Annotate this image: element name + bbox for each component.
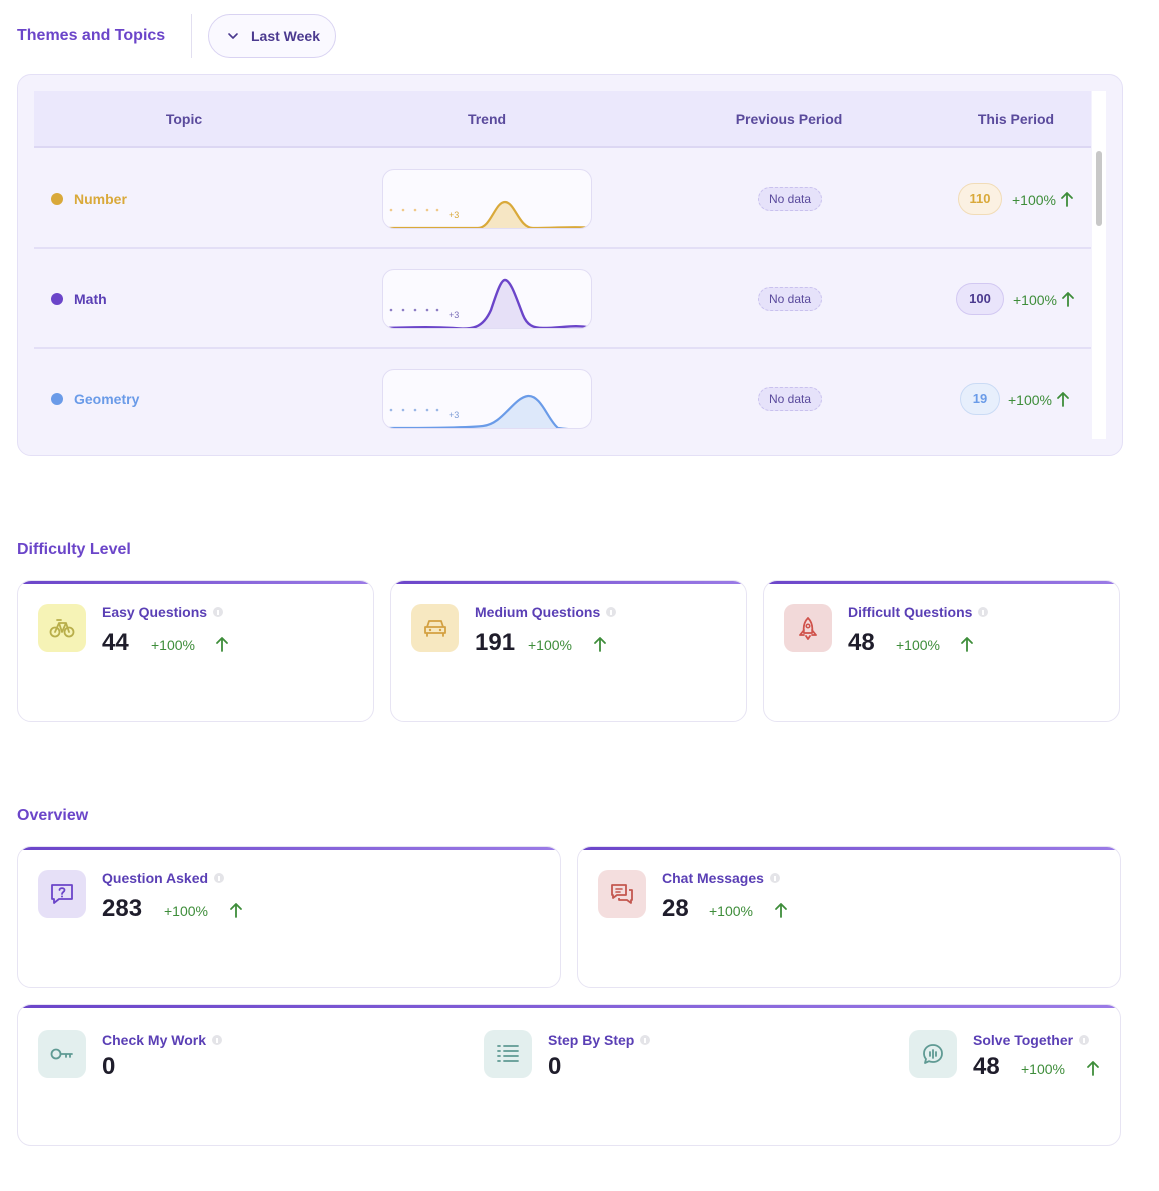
card-value: 0 [548,1053,562,1080]
change-percent: +100% [709,903,753,919]
table-scrollbar[interactable] [1092,91,1106,439]
column-header-previous: Previous Period [735,111,843,127]
voice-bubble-icon [909,1030,957,1078]
car-icon [411,604,459,652]
arrow-up-icon [594,637,606,652]
topic-name: Number [74,191,127,207]
previous-period-badge: No data [758,287,822,311]
question-bubble-icon [38,870,86,918]
trend-note: +3 [449,310,460,320]
trend-sparkline: +3 [382,269,592,329]
trend-note: +3 [449,410,460,420]
trend-sparkline: +3 [382,369,592,429]
medium-questions-card: Medium Questions 191 +100% [390,580,747,722]
arrow-up-icon [1062,292,1074,307]
arrow-up-icon [216,637,228,652]
table-row[interactable]: Number +3 No data 110 +100% [34,149,1091,249]
section-title-difficulty: Difficulty Level [17,541,131,558]
change-percent: +100% [896,637,940,653]
list-icon [484,1030,532,1078]
card-label: Chat Messages [662,870,764,886]
table-row[interactable]: Geometry +3 No data 19 +100% [34,349,1091,439]
trend-note: +3 [449,210,460,220]
chevron-down-icon [228,33,238,39]
change-percent: +100% [151,637,195,653]
card-label: Solve Together [973,1032,1074,1048]
card-value: 44 [102,629,129,656]
arrow-up-icon [961,637,973,652]
modes-card: Check My Work 0 Step By Step 0 Solve Tog… [17,1004,1121,1146]
arrow-up-icon [230,903,242,918]
topics-table: Topic Trend Previous Period This Period … [34,91,1106,439]
column-header-topic: Topic [165,111,203,127]
arrow-up-icon [775,903,787,918]
key-icon [38,1030,86,1078]
change-percent: +100% [1012,192,1056,208]
section-title-themes: Themes and Topics [17,27,166,44]
count-badge: 110 [958,183,1002,215]
column-header-this-period: This Period [977,111,1055,127]
period-dropdown[interactable]: Last Week [208,14,336,58]
card-value: 283 [102,895,143,922]
change-percent: +100% [1008,392,1052,408]
topic-name: Math [74,291,107,307]
chat-messages-card: Chat Messages 28 +100% [577,846,1121,988]
topic-color-dot [51,293,63,305]
change-percent: +100% [1021,1061,1065,1077]
bicycle-icon [38,604,86,652]
card-value: 191 [475,629,516,656]
card-label: Easy Questions [102,604,208,620]
table-row[interactable]: Math +3 No data 100 +100% [34,249,1091,349]
count-badge: 100 [956,283,1004,315]
table-scrollbar-thumb[interactable] [1096,151,1102,226]
header-divider [191,14,192,58]
card-value: 48 [848,629,875,656]
question-asked-card: Question Asked 283 +100% [17,846,561,988]
change-percent: +100% [1013,292,1057,308]
rocket-icon [784,604,832,652]
info-icon[interactable] [212,1035,222,1045]
info-icon[interactable] [640,1035,651,1045]
card-value: 48 [973,1053,1000,1080]
section-title-overview: Overview [17,807,89,824]
count-badge: 19 [960,383,1000,415]
card-label: Check My Work [102,1032,206,1048]
info-icon[interactable] [1079,1035,1090,1045]
card-label: Step By Step [548,1032,635,1048]
card-label: Question Asked [102,870,209,886]
table-header: Topic Trend Previous Period This Period [34,91,1091,148]
easy-questions-card: Easy Questions 44 +100% [17,580,374,722]
topic-name: Geometry [74,391,140,407]
info-icon[interactable] [769,873,780,883]
trend-sparkline: +3 [382,169,592,229]
info-icon[interactable] [213,607,224,617]
difficult-questions-card: Difficult Questions 48 +100% [763,580,1120,722]
change-percent: +100% [528,637,572,653]
arrow-up-icon [1061,192,1073,207]
topics-card: Topic Trend Previous Period This Period … [17,74,1123,456]
info-icon[interactable] [214,873,225,883]
card-value: 0 [102,1053,116,1080]
info-icon[interactable] [978,607,989,617]
previous-period-badge: No data [758,187,822,211]
topic-color-dot [51,193,63,205]
column-header-trend: Trend [467,111,507,127]
previous-period-badge: No data [758,387,822,411]
card-value: 28 [662,895,689,922]
card-label: Difficult Questions [848,604,973,620]
info-icon[interactable] [606,607,617,617]
chat-bubbles-icon [598,870,646,918]
period-label: Last Week [251,28,320,44]
change-percent: +100% [164,903,208,919]
card-label: Medium Questions [475,604,601,620]
arrow-up-icon [1087,1061,1099,1076]
arrow-up-icon [1057,392,1069,407]
topic-color-dot [51,393,63,405]
